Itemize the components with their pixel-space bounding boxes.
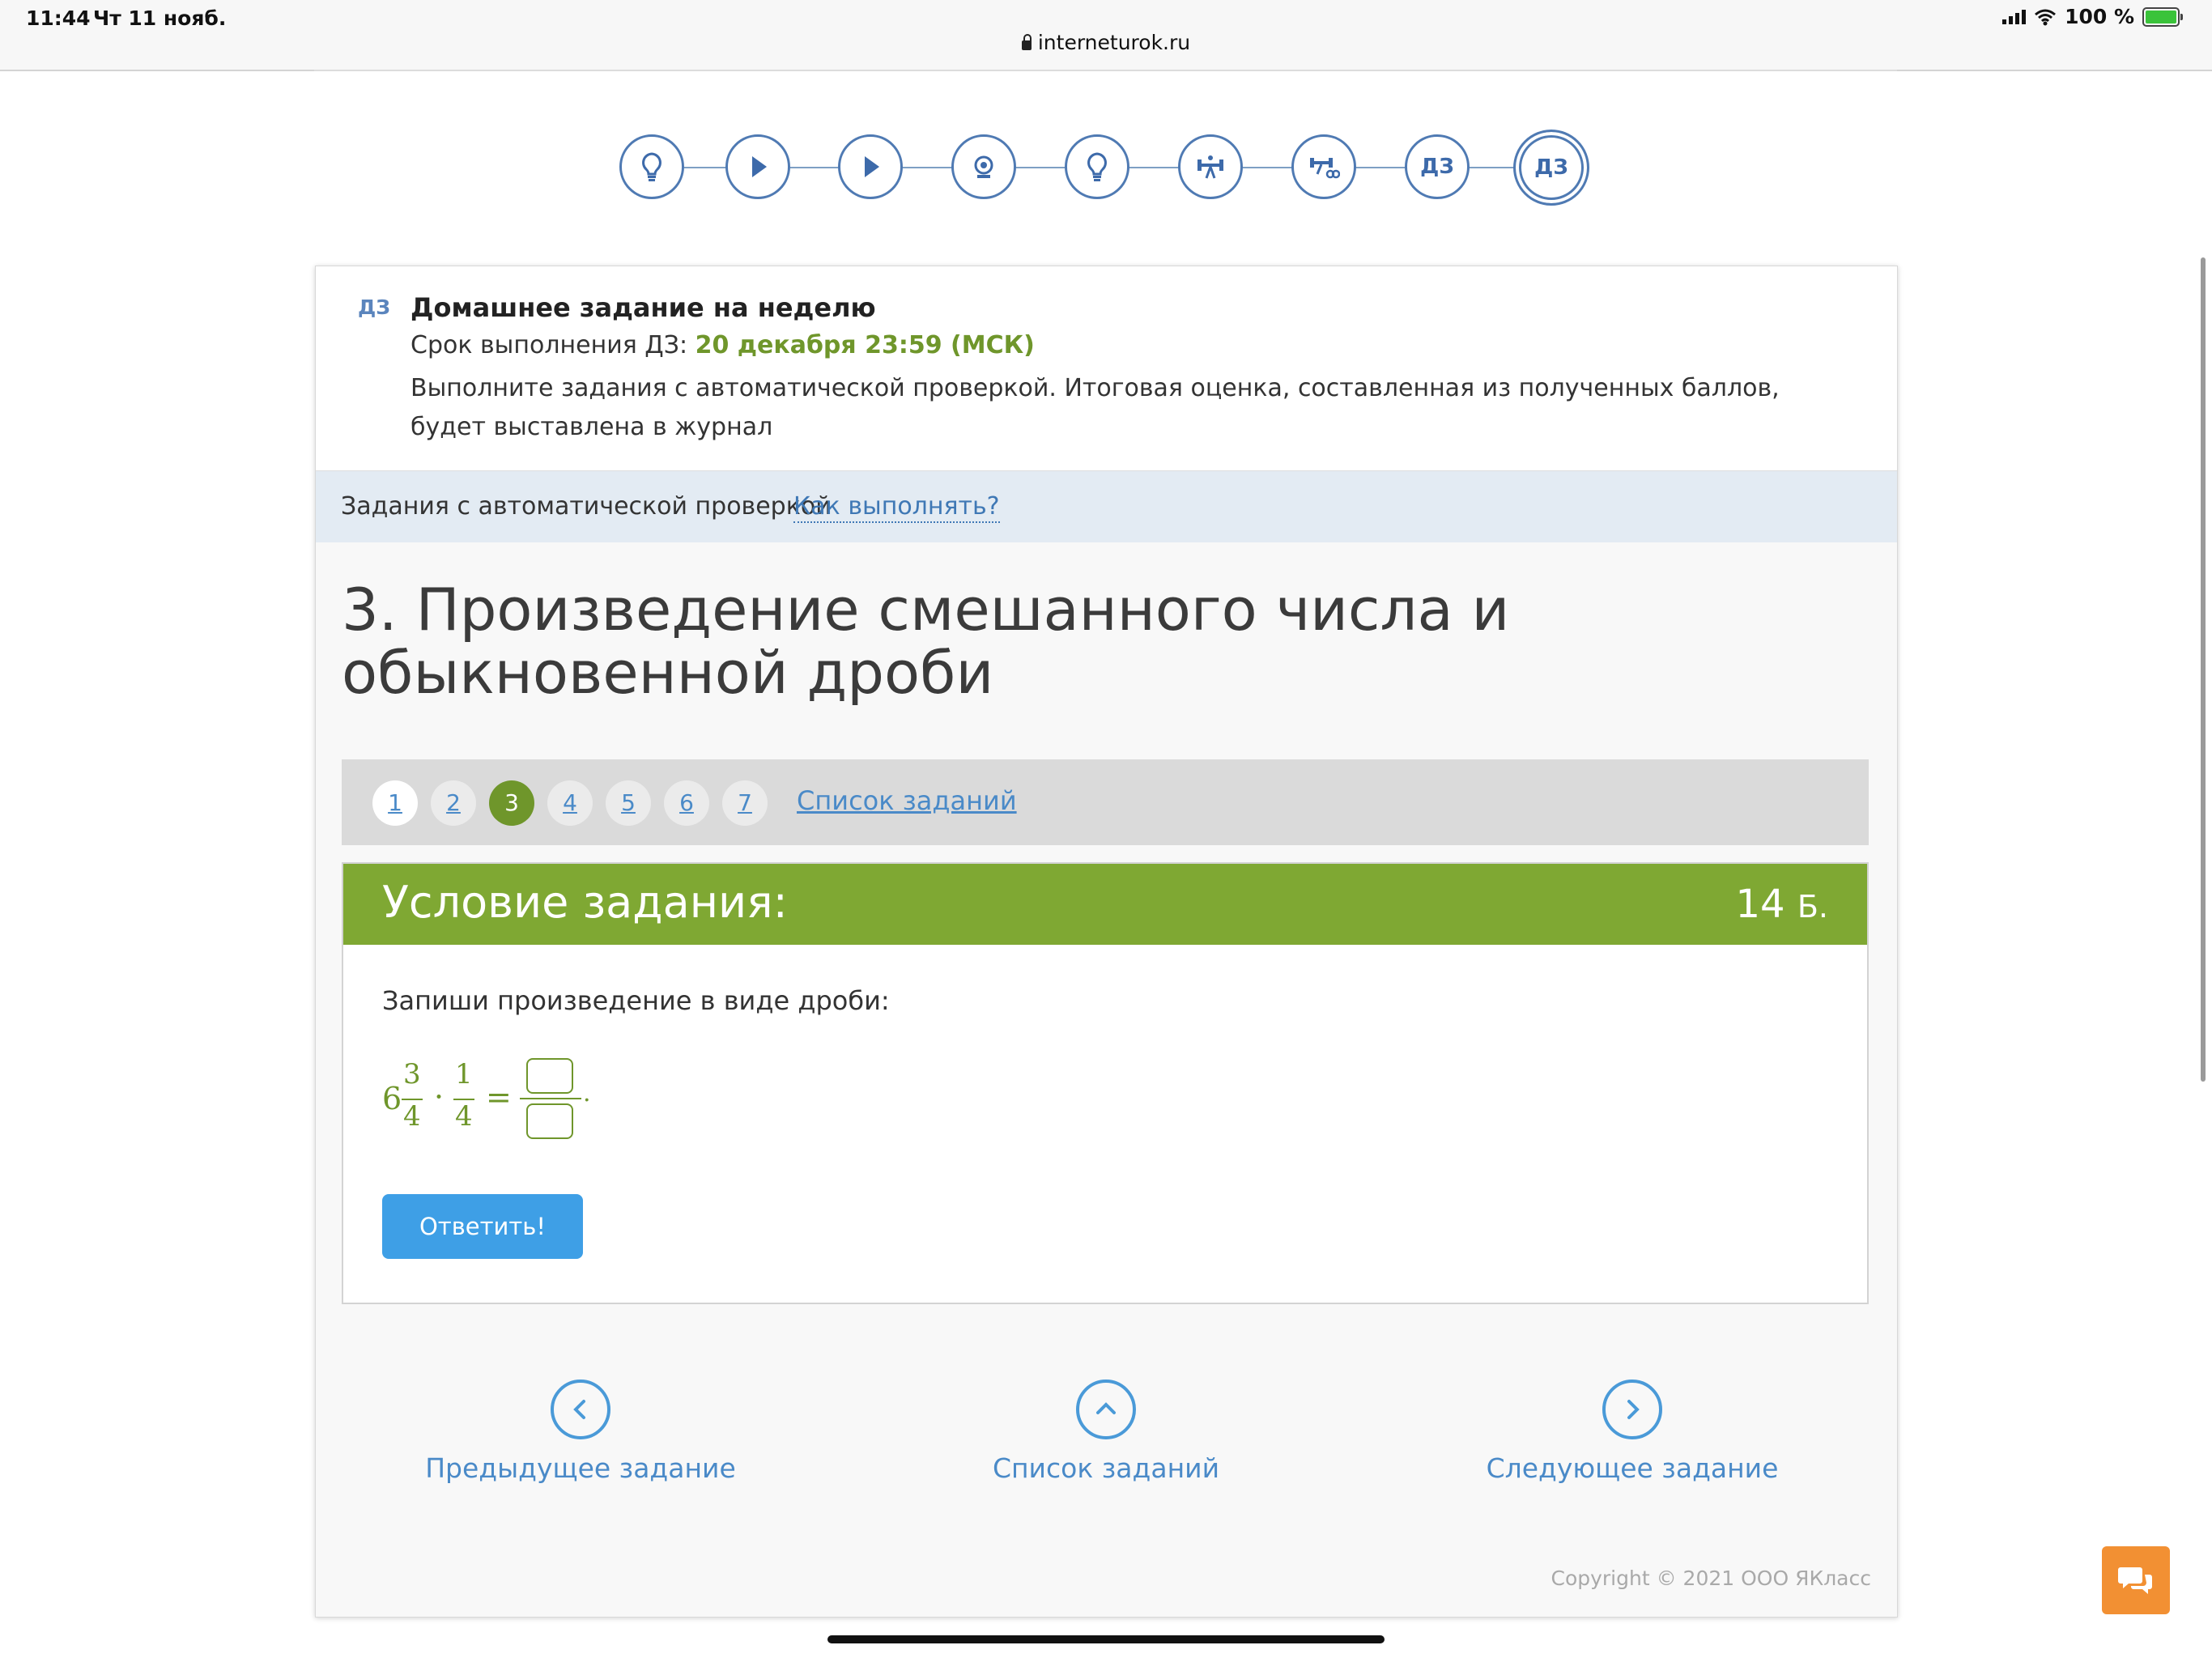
play-icon <box>752 156 767 177</box>
homework-deadline: Срок выполнения ДЗ: 20 декабря 23:59 (МС… <box>410 331 1035 359</box>
condition-header: Условие задания: 14 Б. <box>343 864 1867 945</box>
chevron-left-icon <box>551 1380 610 1439</box>
task-list-nav[interactable]: Список заданий <box>944 1380 1268 1484</box>
page-link-4[interactable]: 4 <box>547 780 593 826</box>
page-link-1[interactable]: 1 <box>372 780 418 826</box>
page-title: 3. Произведение смешанного числа и обыкн… <box>342 576 1510 707</box>
step-training-extra[interactable] <box>1291 134 1356 199</box>
step-lightbulb-2[interactable] <box>1065 134 1129 199</box>
page-link-5[interactable]: 5 <box>606 780 651 826</box>
dumbbell-icon <box>1197 155 1223 179</box>
dumbbell-infinity-icon <box>1310 158 1340 179</box>
deadline-label: Срок выполнения ДЗ: <box>410 331 696 359</box>
math-period: . <box>583 1079 591 1107</box>
homework-title: Домашнее задание на неделю <box>410 292 876 323</box>
fraction2-numerator: 1 <box>455 1058 473 1090</box>
how-to-link[interactable]: Как выполнять? <box>793 492 1000 523</box>
home-indicator[interactable] <box>827 1635 1385 1643</box>
fraction1-denominator: 4 <box>403 1100 421 1133</box>
play-icon <box>865 156 879 177</box>
homework-header: ДЗ Домашнее задание на неделю Срок выпол… <box>316 266 1897 471</box>
step-lightbulb-1[interactable] <box>619 134 684 199</box>
status-date: Чт 11 нояб. <box>93 6 227 30</box>
fraction2-denominator: 4 <box>455 1100 473 1133</box>
address-bar[interactable]: interneturok.ru <box>0 31 2212 54</box>
next-task-nav[interactable]: Следующее задание <box>1470 1380 1794 1484</box>
homework-card: ДЗ Домашнее задание на неделю Срок выпол… <box>315 266 1898 1618</box>
status-indicators: 100 % <box>2002 5 2183 28</box>
step-video-2[interactable] <box>838 134 903 199</box>
battery-percent: 100 % <box>2065 5 2134 28</box>
task-pager: 1 2 3 4 5 6 7 Список заданий <box>342 759 1869 845</box>
condition-title: Условие задания: <box>382 877 788 928</box>
submit-answer-button[interactable]: Ответить! <box>382 1194 583 1259</box>
step-webinar[interactable] <box>951 134 1016 199</box>
step-training[interactable] <box>1178 134 1243 199</box>
wifi-icon <box>2035 9 2057 25</box>
step-homework-active[interactable]: ДЗ <box>1513 130 1589 206</box>
answer-fraction-bar <box>520 1098 581 1099</box>
lightbulb-icon <box>642 152 661 181</box>
homework-tag: ДЗ <box>358 295 391 319</box>
lesson-steps: ДЗ ДЗ <box>617 130 1597 206</box>
multiply-dot: · <box>434 1079 445 1115</box>
task-condition: Условие задания: 14 Б. Запиши произведен… <box>342 862 1869 1304</box>
next-task-label: Следующее задание <box>1486 1452 1779 1484</box>
cellular-signal-icon <box>2002 9 2027 24</box>
condition-text: Запиши произведение в виде дроби: <box>382 985 890 1016</box>
top-divider <box>314 70 1897 71</box>
step-homework[interactable]: ДЗ <box>1405 134 1470 199</box>
url-text: interneturok.ru <box>1037 31 1191 54</box>
scrollbar[interactable] <box>2201 257 2206 1082</box>
task-list-link[interactable]: Список заданий <box>797 785 1017 816</box>
homework-description: Выполните задания с автоматической прове… <box>410 374 1780 441</box>
answer-numerator-input[interactable] <box>526 1058 573 1094</box>
chat-icon <box>2118 1567 2152 1594</box>
points-unit: Б. <box>1797 889 1828 925</box>
lightbulb-icon <box>1087 152 1107 181</box>
page-link-7[interactable]: 7 <box>722 780 768 826</box>
auto-check-bar: Задания с автоматической проверкой Как в… <box>316 471 1897 542</box>
equals-sign: = <box>486 1079 512 1115</box>
battery-icon <box>2142 6 2183 27</box>
homework-icon: ДЗ <box>1420 155 1454 179</box>
step-video-1[interactable] <box>725 134 790 199</box>
copyright: Copyright © 2021 ООО ЯКласс <box>1551 1567 1871 1590</box>
chat-button[interactable] <box>2102 1546 2170 1614</box>
webcam-icon <box>974 155 993 178</box>
deadline-value: 20 декабря 23:59 (МСК) <box>695 331 1035 359</box>
status-time: 11:44 <box>26 6 91 30</box>
page-link-3[interactable]: 3 <box>489 780 534 826</box>
fraction1-numerator: 3 <box>403 1058 421 1090</box>
points-value: 14 <box>1735 882 1785 927</box>
prev-task-nav[interactable]: Предыдущее задание <box>419 1380 742 1484</box>
auto-check-label: Задания с автоматической проверкой <box>341 492 832 521</box>
points-badge: 14 Б. <box>1736 882 1829 927</box>
task-list-label: Список заданий <box>992 1452 1220 1484</box>
chevron-up-icon <box>1076 1380 1136 1439</box>
lock-icon <box>1021 34 1032 50</box>
prev-task-label: Предыдущее задание <box>425 1452 736 1484</box>
answer-denominator-input[interactable] <box>526 1103 573 1139</box>
page-link-2[interactable]: 2 <box>431 780 476 826</box>
mixed-whole: 6 <box>382 1081 402 1116</box>
chevron-right-icon <box>1602 1380 1662 1439</box>
homework-icon: ДЗ <box>1534 155 1568 180</box>
page-link-6[interactable]: 6 <box>664 780 709 826</box>
status-bar: 11:44 Чт 11 нояб. interneturok.ru 100 % <box>0 0 2212 71</box>
